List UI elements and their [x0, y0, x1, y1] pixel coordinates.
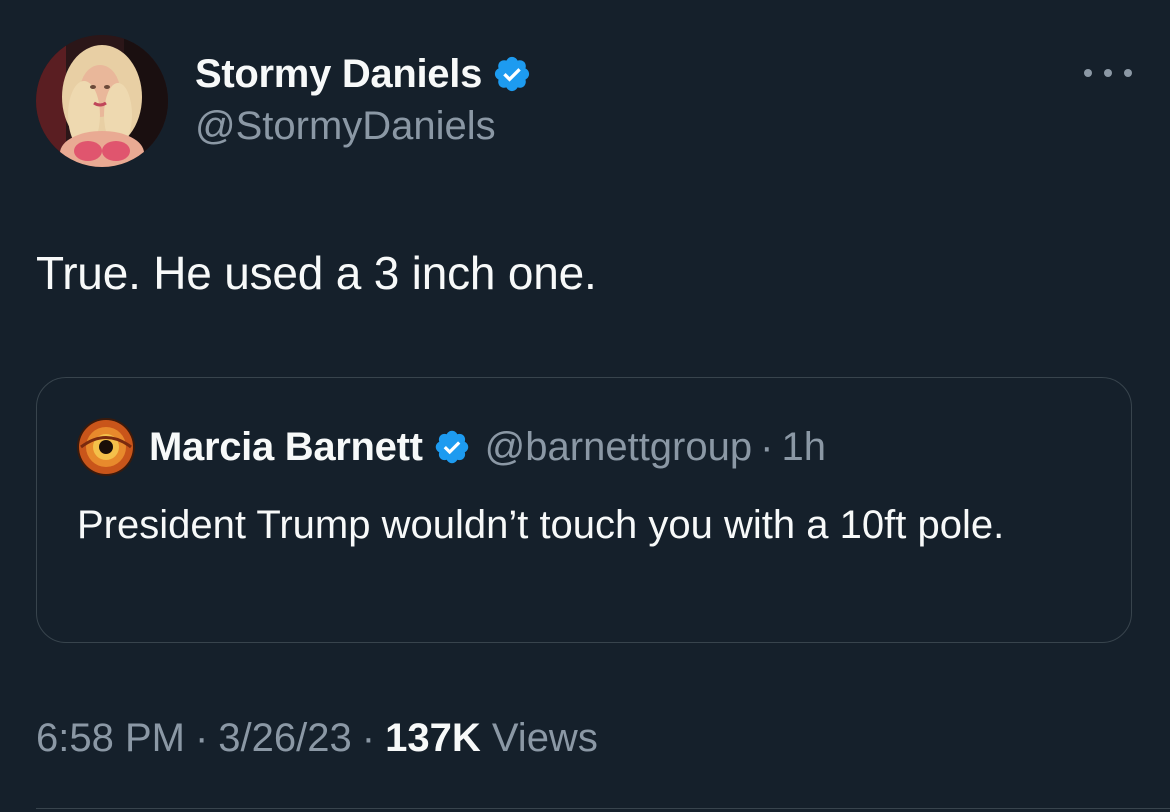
quoted-tweet-text: President Trump wouldn’t touch you with …	[77, 503, 1005, 547]
tweet-date[interactable]: 3/26/23	[218, 716, 351, 760]
more-horizontal-icon	[1084, 69, 1092, 77]
more-horizontal-icon	[1124, 69, 1132, 77]
tweet-detail: Stormy Daniels @StormyDaniels True. He u…	[0, 0, 1170, 812]
views-label: Views	[491, 716, 598, 760]
author-avatar[interactable]	[36, 35, 168, 167]
author-name-row: Stormy Daniels	[195, 50, 532, 98]
quoted-tweet-header: Marcia Barnett @barnettgroup · 1h	[149, 422, 826, 472]
more-horizontal-icon	[1104, 69, 1112, 77]
author-handle[interactable]: @StormyDaniels	[195, 104, 496, 149]
tweet-time[interactable]: 6:58 PM	[36, 716, 185, 760]
quoted-author-handle[interactable]: @barnettgroup	[485, 425, 752, 470]
tweet-meta: 6:58 PM · 3/26/23 · 137K Views	[36, 716, 598, 761]
quoted-author-avatar[interactable]	[77, 418, 135, 476]
quoted-tweet-time[interactable]: 1h	[781, 425, 826, 470]
author-display-name[interactable]: Stormy Daniels	[195, 52, 482, 97]
separator-dot: ·	[361, 716, 376, 760]
separator-dot: ·	[760, 424, 774, 469]
quoted-author-display-name[interactable]: Marcia Barnett	[149, 425, 423, 470]
quoted-tweet-card[interactable]: Marcia Barnett @barnettgroup · 1h Presid…	[36, 377, 1132, 643]
separator-dot: ·	[194, 716, 209, 760]
views-count[interactable]: 137K	[385, 716, 481, 760]
divider	[36, 808, 1170, 809]
verified-badge-icon[interactable]	[433, 428, 471, 466]
tweet-text: True. He used a 3 inch one.	[36, 247, 597, 299]
verified-badge-icon[interactable]	[492, 54, 532, 94]
more-options-button[interactable]	[1084, 60, 1132, 86]
